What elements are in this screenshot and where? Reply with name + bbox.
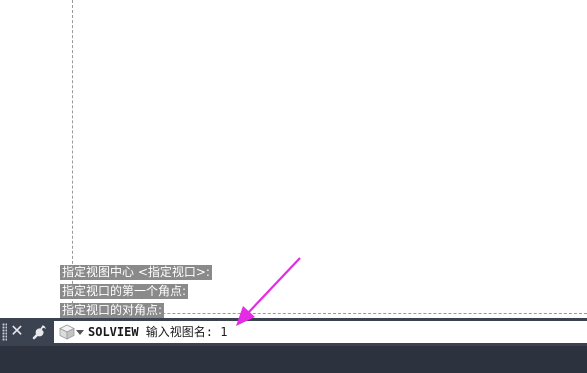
command-history: 指定视图中心 <指定视口>: 指定视口的第一个角点: 指定视口的对角点: [60, 261, 212, 318]
chevron-down-icon[interactable] [76, 330, 84, 335]
history-line: 指定视图中心 <指定视口>: [60, 265, 212, 280]
history-line: 指定视口的对角点: [60, 303, 165, 318]
grip-handle-icon[interactable] [2, 323, 7, 341]
command-text: SOLVIEW 输入视图名: 1 [88, 321, 228, 343]
command-prompt: 输入视图名: [138, 325, 221, 339]
cube-icon[interactable] [59, 324, 75, 340]
status-bar [0, 346, 587, 373]
close-icon[interactable]: ✕ [10, 321, 24, 341]
command-name: SOLVIEW [88, 325, 139, 339]
drawing-area[interactable]: 指定视图中心 <指定视口>: 指定视口的第一个角点: 指定视口的对角点: [0, 0, 587, 318]
wrench-icon[interactable] [31, 323, 49, 341]
history-line: 指定视口的第一个角点: [60, 284, 189, 299]
command-input[interactable]: SOLVIEW 输入视图名: 1 [54, 321, 587, 343]
command-value: 1 [220, 325, 228, 339]
